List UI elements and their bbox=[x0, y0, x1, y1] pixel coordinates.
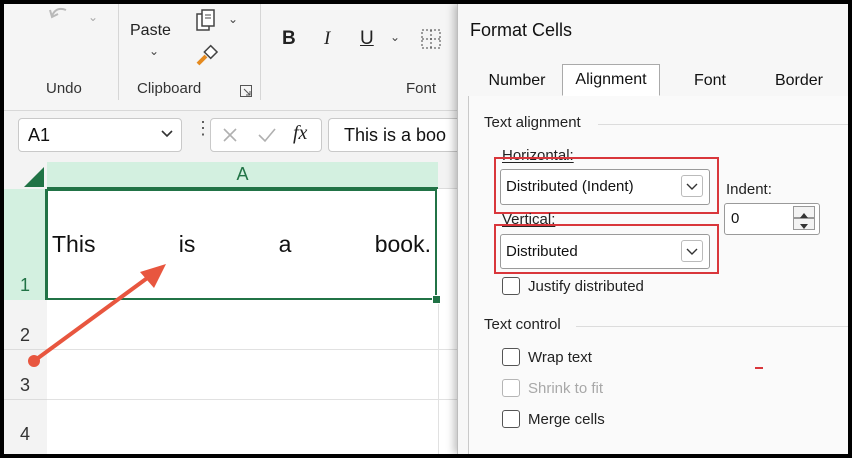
annotation-arrow bbox=[28, 264, 166, 367]
spin-down-icon[interactable] bbox=[793, 218, 815, 230]
justify-distributed-label: Justify distributed bbox=[528, 278, 644, 295]
text-control-heading: Text control bbox=[484, 316, 561, 333]
tab-border-label: Border bbox=[774, 72, 824, 89]
spin-up-icon[interactable] bbox=[793, 206, 815, 218]
merge-cells-checkbox[interactable] bbox=[502, 410, 520, 428]
wrap-text-label: Wrap text bbox=[528, 349, 592, 366]
shrink-to-fit-label: Shrink to fit bbox=[528, 380, 604, 397]
tab-font-label: Font bbox=[693, 72, 726, 89]
dialog-title: Format Cells bbox=[470, 20, 573, 40]
tab-number[interactable]: Number bbox=[472, 72, 562, 90]
horizontal-select[interactable]: Distributed (Indent) bbox=[500, 169, 710, 205]
section-divider bbox=[576, 326, 848, 327]
indent-spinner[interactable]: 0 bbox=[724, 203, 820, 235]
horizontal-select-value: Distributed (Indent) bbox=[506, 178, 634, 195]
shrink-to-fit-checkbox bbox=[502, 379, 520, 397]
indent-value: 0 bbox=[731, 210, 740, 227]
format-cells-dialog: Format Cells Number Alignment Font Borde… bbox=[457, 4, 848, 454]
justify-distributed-checkbox[interactable] bbox=[502, 277, 520, 295]
chevron-down-icon[interactable] bbox=[681, 240, 703, 262]
vertical-select[interactable]: Distributed bbox=[500, 234, 710, 269]
tab-font[interactable]: Font bbox=[670, 72, 750, 90]
indent-label: Indent: bbox=[726, 181, 772, 198]
tab-border[interactable]: Border bbox=[754, 72, 844, 90]
tab-alignment[interactable]: Alignment bbox=[562, 64, 660, 96]
red-marker bbox=[755, 367, 763, 369]
text-alignment-heading: Text alignment bbox=[484, 114, 581, 131]
wrap-text-checkbox[interactable] bbox=[502, 348, 520, 366]
merge-cells-label: Merge cells bbox=[528, 411, 605, 428]
tab-alignment-label: Alignment bbox=[575, 71, 647, 88]
chevron-down-icon[interactable] bbox=[681, 175, 703, 197]
vertical-select-value: Distributed bbox=[506, 243, 578, 260]
section-divider bbox=[598, 124, 848, 125]
tab-number-label: Number bbox=[488, 72, 546, 89]
